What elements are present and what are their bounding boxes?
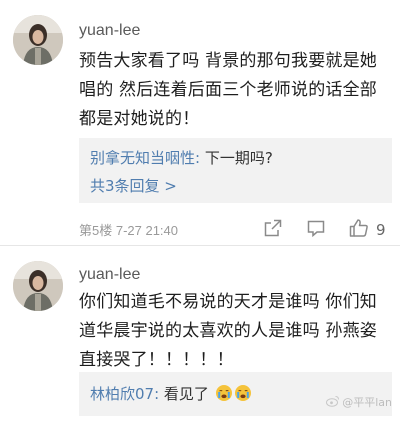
comment-meta: 第5楼 7-27 21:40 xyxy=(79,223,179,238)
reply-username[interactable]: 林柏欣07 xyxy=(90,385,154,403)
like-count: 9 xyxy=(376,221,386,239)
weibo-logo-icon xyxy=(326,395,340,410)
comment-button[interactable] xyxy=(306,218,326,242)
more-replies-link[interactable]: 共3条回复 > xyxy=(90,175,177,196)
reply-username[interactable]: 别拿无知当咽性 xyxy=(90,149,195,167)
reply-text: 下一期吗? xyxy=(204,149,273,167)
share-icon xyxy=(263,218,283,242)
reply-line: 林柏欣07: 看见了 xyxy=(90,383,252,404)
avatar[interactable] xyxy=(13,261,63,311)
avatar[interactable] xyxy=(13,15,63,65)
comment-body: 预告大家看了吗 背景的那句我要就是她唱的 然后连着后面三个老师说的话全部都是对她… xyxy=(79,51,378,129)
watermark: @平平lan xyxy=(326,394,392,410)
crying-face-icon xyxy=(234,384,252,402)
reply-separator: : xyxy=(154,385,164,403)
comment-icon xyxy=(306,218,326,242)
comment-username[interactable]: yuan-lee xyxy=(79,22,140,40)
comment-username[interactable]: yuan-lee xyxy=(79,266,140,284)
crying-face-icon xyxy=(215,384,233,402)
watermark-text: @平平lan xyxy=(342,396,392,409)
reply-preview-box[interactable]: 别拿无知当咽性: 下一期吗? 共3条回复 > xyxy=(79,138,392,203)
reply-text: 看见了 xyxy=(163,385,209,403)
comment-body: 你们知道毛不易说的天才是谁吗 你们知道华晨宇说的太喜欢的人是谁吗 孙燕姿直接哭了… xyxy=(79,292,378,370)
share-button[interactable] xyxy=(263,218,283,242)
like-icon xyxy=(348,217,370,243)
reply-separator: : xyxy=(195,149,205,167)
reply-line: 别拿无知当咽性: 下一期吗? xyxy=(90,147,273,168)
like-button[interactable]: 9 xyxy=(348,217,386,243)
